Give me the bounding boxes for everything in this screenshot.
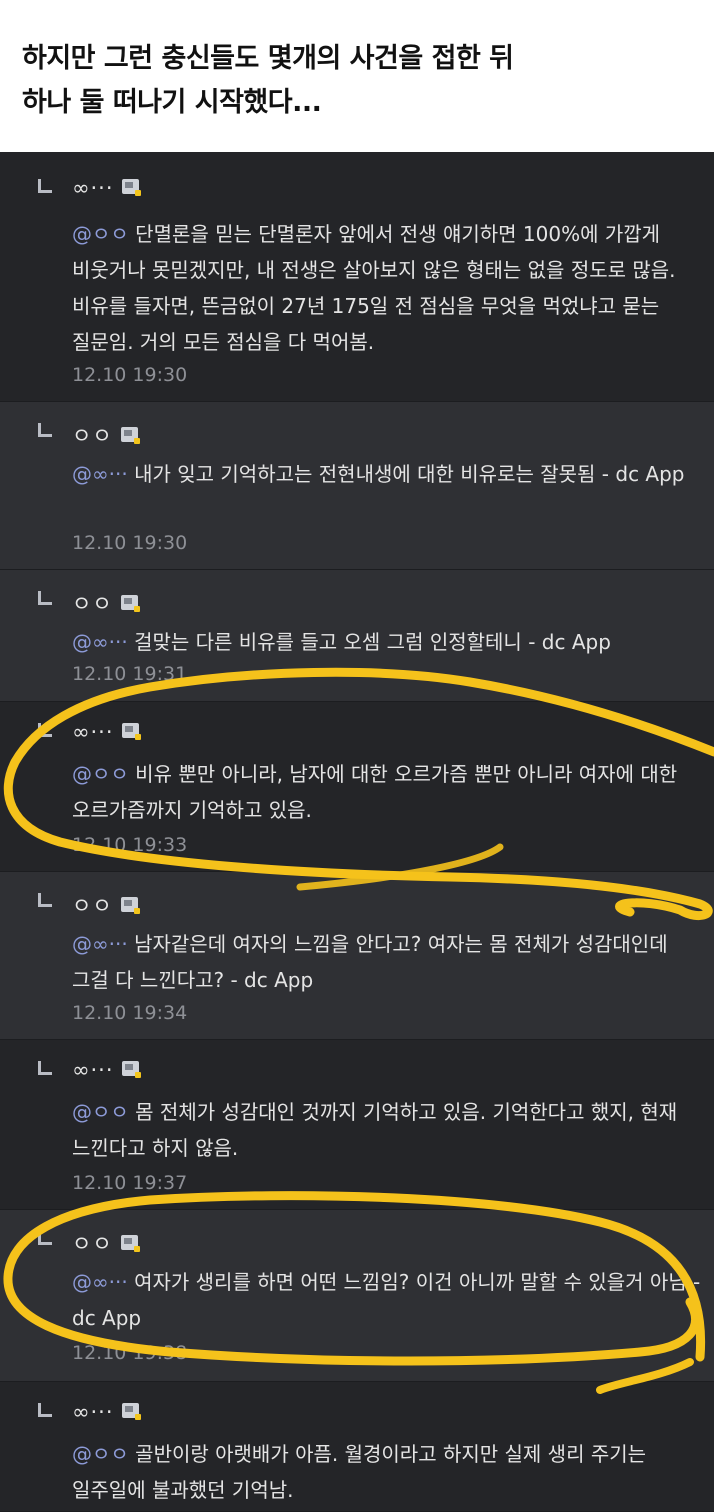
comment-body: @∞··· 여자가 생리를 하면 어떤 느낌임? 이건 아니까 말할 수 있을거… [72,1264,702,1336]
mention-tag[interactable]: @ㅇㅇ [72,1442,129,1466]
comment-text: 남자같은데 여자의 느낌을 안다고? 여자는 몸 전체가 성감대인데 그걸 다 … [72,932,668,992]
nickname-text: ㅇㅇ [72,894,113,918]
mobile-app-icon [120,1235,140,1252]
post-caption: 하지만 그런 충신들도 몇개의 사건을 접한 뒤 하나 둘 떠나기 시작했다..… [0,0,714,152]
reply-arrow-icon [38,591,52,605]
comment-item: ㅇㅇ @∞··· 여자가 생리를 하면 어떤 느낌임? 이건 아니까 말할 수 … [0,1210,714,1382]
nickname-text: ㅇㅇ [72,1232,113,1256]
comment-text: 몸 전체가 성감대인 것까지 기억하고 있음. 기억한다고 했지, 현재 느낀다… [72,1100,678,1160]
mobile-app-icon [121,1061,141,1078]
nickname-text: ∞··· [72,1400,114,1424]
comment-nickname[interactable]: ㅇㅇ [72,890,140,920]
comment-body: @ㅇㅇ 골반이랑 아랫배가 아픔. 월경이라고 하지만 실제 생리 주기는 일주… [72,1436,702,1508]
nickname-text: ∞··· [72,1058,114,1082]
nickname-text: ∞··· [72,176,114,200]
comment-text: 비유 뿐만 아니라, 남자에 대한 오르가즘 뿐만 아니라 여자에 대한 오르가… [72,762,678,822]
reply-arrow-icon [38,893,52,907]
mobile-app-icon [121,179,141,196]
reply-arrow-icon [38,423,52,437]
reply-arrow-icon [38,1403,52,1417]
comment-nickname[interactable]: ㅇㅇ [72,420,140,450]
comment-item: ㅇㅇ @∞··· 내가 잊고 기억하고는 전현내생에 대한 비유로는 잘못됨 -… [0,402,714,570]
caption-line-2: 하나 둘 떠나기 시작했다... [22,87,322,118]
comment-timestamp: 12.10 19:38 [72,1342,188,1364]
mobile-app-icon [120,595,140,612]
mention-tag[interactable]: @∞··· [72,1270,128,1294]
caption-line-1: 하지만 그런 충신들도 몇개의 사건을 접한 뒤 [22,43,514,74]
mention-tag[interactable]: @ㅇㅇ [72,222,129,246]
comment-text: 걸맞는 다른 비유를 들고 오셈 그럼 인정할테니 - dc App [127,630,611,654]
comment-thread: ∞··· @ㅇㅇ 단멸론을 믿는 단멸론자 앞에서 전생 얘기하면 100%에 … [0,152,714,1512]
reply-arrow-icon [38,1061,52,1075]
comment-text: 내가 잊고 기억하고는 전현내생에 대한 비유로는 잘못됨 - dc App [127,462,685,486]
comment-timestamp: 12.10 19:30 [72,364,188,386]
comment-item: ㅇㅇ @∞··· 남자같은데 여자의 느낌을 안다고? 여자는 몸 전체가 성감… [0,872,714,1040]
comment-nickname[interactable]: ㅇㅇ [72,1228,140,1258]
comment-timestamp: 12.10 19:33 [72,834,188,856]
comment-timestamp: 12.10 19:34 [72,1002,188,1024]
mention-tag[interactable]: @∞··· [72,932,128,956]
comment-body: @∞··· 내가 잊고 기억하고는 전현내생에 대한 비유로는 잘못됨 - dc… [72,456,702,492]
mention-tag[interactable]: @∞··· [72,630,128,654]
comment-body: @∞··· 걸맞는 다른 비유를 들고 오셈 그럼 인정할테니 - dc App [72,624,702,660]
comment-timestamp: 12.10 19:37 [72,1172,188,1194]
comment-text: 골반이랑 아랫배가 아픔. 월경이라고 하지만 실제 생리 주기는 일주일에 불… [72,1442,647,1502]
comment-timestamp: 12.10 19:31 [72,663,188,685]
comment-nickname[interactable]: ∞··· [72,1400,141,1424]
mention-tag[interactable]: @ㅇㅇ [72,1100,129,1124]
comment-item: ∞··· @ㅇㅇ 골반이랑 아랫배가 아픔. 월경이라고 하지만 실제 생리 주… [0,1382,714,1512]
comment-body: @ㅇㅇ 단멸론을 믿는 단멸론자 앞에서 전생 얘기하면 100%에 가깝게 비… [72,216,702,360]
comment-nickname[interactable]: ∞··· [72,176,141,200]
reply-arrow-icon [38,723,52,737]
comment-timestamp: 12.10 19:30 [72,532,188,554]
nickname-text: ㅇㅇ [72,592,113,616]
mention-tag[interactable]: @ㅇㅇ [72,762,129,786]
comment-nickname[interactable]: ∞··· [72,1058,141,1082]
comment-body: @ㅇㅇ 몸 전체가 성감대인 것까지 기억하고 있음. 기억한다고 했지, 현재… [72,1094,702,1166]
mobile-app-icon [120,427,140,444]
comment-item: ∞··· @ㅇㅇ 단멸론을 믿는 단멸론자 앞에서 전생 얘기하면 100%에 … [0,152,714,402]
mobile-app-icon [121,723,141,740]
comment-text: 단멸론을 믿는 단멸론자 앞에서 전생 얘기하면 100%에 가깝게 비웃거나 … [72,222,676,354]
comment-item: ㅇㅇ @∞··· 걸맞는 다른 비유를 들고 오셈 그럼 인정할테니 - dc … [0,570,714,702]
comment-text: 여자가 생리를 하면 어떤 느낌임? 이건 아니까 말할 수 있을거 아님 - … [72,1270,701,1330]
comment-nickname[interactable]: ㅇㅇ [72,588,140,618]
reply-arrow-icon [38,179,52,193]
mobile-app-icon [120,897,140,914]
reply-arrow-icon [38,1231,52,1245]
mobile-app-icon [121,1403,141,1420]
comment-item: ∞··· @ㅇㅇ 몸 전체가 성감대인 것까지 기억하고 있음. 기억한다고 했… [0,1040,714,1210]
comment-body: @ㅇㅇ 비유 뿐만 아니라, 남자에 대한 오르가즘 뿐만 아니라 여자에 대한… [72,756,702,828]
comment-body: @∞··· 남자같은데 여자의 느낌을 안다고? 여자는 몸 전체가 성감대인데… [72,926,702,998]
nickname-text: ㅇㅇ [72,424,113,448]
comment-nickname[interactable]: ∞··· [72,720,141,744]
mention-tag[interactable]: @∞··· [72,462,128,486]
nickname-text: ∞··· [72,720,114,744]
comment-item: ∞··· @ㅇㅇ 비유 뿐만 아니라, 남자에 대한 오르가즘 뿐만 아니라 여… [0,702,714,872]
